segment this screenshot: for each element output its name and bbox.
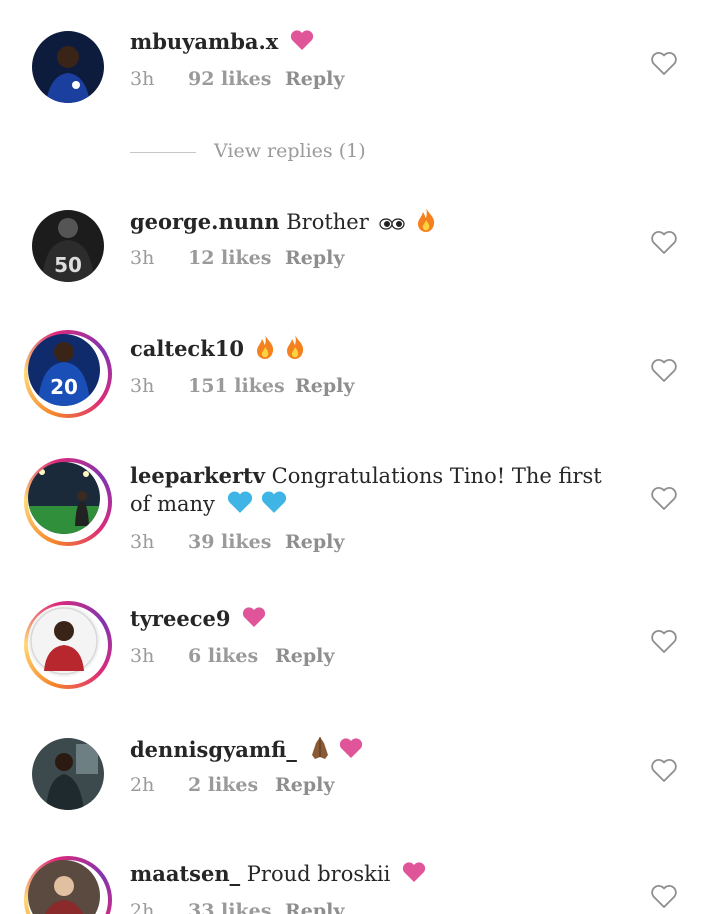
blue-heart-icon <box>260 490 288 521</box>
like-count[interactable]: 92 likes <box>188 68 271 90</box>
reply-button[interactable]: Reply <box>285 247 344 269</box>
jersey-number: 50 <box>54 253 82 277</box>
pink-heart-icon <box>401 861 427 890</box>
like-heart-icon[interactable] <box>650 883 678 909</box>
avatar <box>28 605 100 677</box>
replies-divider <box>130 152 196 153</box>
comment-row: 20 calteck10 3h 151 likes Reply <box>0 320 720 430</box>
avatar[interactable]: 50 <box>32 210 104 282</box>
blue-heart-icon <box>226 490 254 521</box>
fire-icon <box>255 334 275 367</box>
like-heart-icon[interactable] <box>650 229 678 255</box>
comment-row: leeparkertv Congratulations Tino! The fi… <box>0 448 720 578</box>
avatar-story-ring[interactable] <box>24 856 112 914</box>
like-count[interactable]: 151 likes <box>188 375 285 397</box>
avatar: 20 <box>28 334 100 406</box>
comment-text: Proud broskii <box>246 862 391 886</box>
comment-username[interactable]: calteck10 <box>130 336 244 361</box>
comment-username[interactable]: leeparkertv <box>130 463 265 488</box>
folded-hands-icon <box>308 735 332 768</box>
comment-username[interactable]: dennisgyamfi_ <box>130 737 297 762</box>
fire-icon <box>416 207 436 240</box>
comment-username[interactable]: george.nunn <box>130 209 280 234</box>
comment-username[interactable]: mbuyamba.x <box>130 29 278 54</box>
eyes-icon <box>379 210 406 238</box>
view-replies-label: View replies (1) <box>214 140 366 162</box>
like-count[interactable]: 39 likes <box>188 531 271 553</box>
like-count[interactable]: 12 likes <box>188 247 271 269</box>
comment-username[interactable]: maatsen_ <box>130 861 240 886</box>
pink-heart-icon <box>241 606 267 635</box>
like-heart-icon[interactable] <box>650 357 678 383</box>
comment-time: 3h <box>130 645 155 667</box>
like-count[interactable]: 2 likes <box>188 774 258 796</box>
comment-row: dennisgyamfi_ 2h 2 likes Reply <box>0 728 720 838</box>
comment-username[interactable]: tyreece9 <box>130 606 230 631</box>
pink-heart-icon <box>289 29 315 58</box>
avatar <box>28 462 100 534</box>
like-heart-icon[interactable] <box>650 628 678 654</box>
comment-time: 3h <box>130 531 155 553</box>
like-heart-icon[interactable] <box>650 485 678 511</box>
comment-time: 3h <box>130 375 155 397</box>
jersey-number: 20 <box>50 375 78 399</box>
like-heart-icon[interactable] <box>650 757 678 783</box>
comment-row: 50 george.nunn Brother 3h 12 likes Reply <box>0 200 720 310</box>
pink-heart-icon <box>338 737 364 766</box>
avatar-story-ring[interactable] <box>24 601 112 689</box>
comment-time: 3h <box>130 68 155 90</box>
avatar[interactable] <box>32 31 104 103</box>
comment-row: tyreece9 3h 6 likes Reply <box>0 591 720 701</box>
comment-time: 2h <box>130 774 155 796</box>
avatar[interactable] <box>32 738 104 810</box>
like-count[interactable]: 6 likes <box>188 645 258 667</box>
reply-button[interactable]: Reply <box>275 774 334 796</box>
reply-button[interactable]: Reply <box>275 645 334 667</box>
comment-time: 2h <box>130 900 155 914</box>
comment-row: mbuyamba.x 3h 92 likes Reply <box>0 0 720 130</box>
avatar-story-ring[interactable] <box>24 458 112 546</box>
reply-button[interactable]: Reply <box>285 900 344 914</box>
comment-row: maatsen_ Proud broskii 2h 33 likes Reply <box>0 846 720 914</box>
comment-text: Brother <box>286 210 369 234</box>
like-heart-icon[interactable] <box>650 50 678 76</box>
reply-button[interactable]: Reply <box>295 375 354 397</box>
like-count[interactable]: 33 likes <box>188 900 271 914</box>
avatar-story-ring[interactable]: 20 <box>24 330 112 418</box>
comment-time: 3h <box>130 247 155 269</box>
fire-icon <box>285 334 305 367</box>
view-replies-button[interactable]: View replies (1) <box>130 140 430 170</box>
reply-button[interactable]: Reply <box>285 68 344 90</box>
reply-button[interactable]: Reply <box>285 531 344 553</box>
